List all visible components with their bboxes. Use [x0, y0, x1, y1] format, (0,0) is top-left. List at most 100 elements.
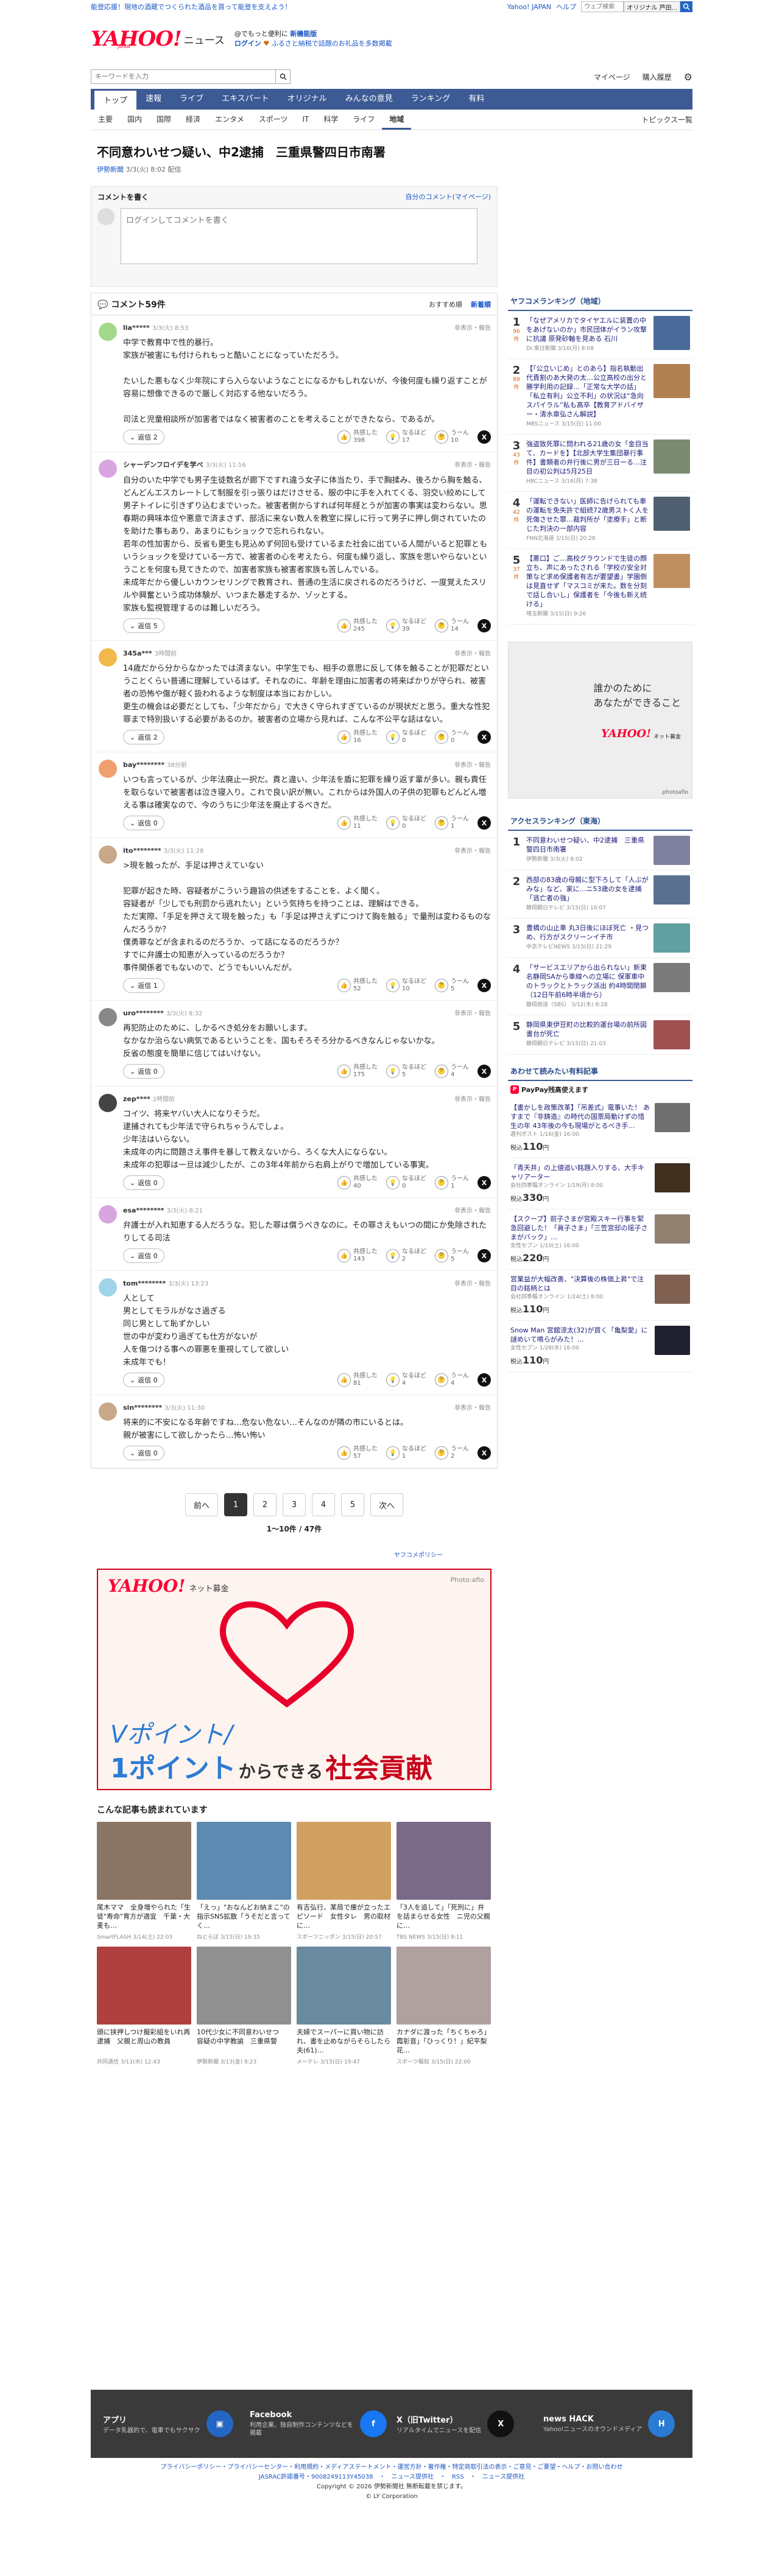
avatar[interactable] [99, 460, 117, 478]
purchase-history-link[interactable]: 購入履歴 [643, 72, 672, 82]
card-title[interactable]: 10代少女に不同意わいせつ 容疑の中学教諭 三重県警 [197, 2028, 291, 2055]
login-link[interactable]: ログイン [234, 40, 261, 47]
ranking-item[interactable]: 3 43件 強盗致死罪に問われる21歳の女「金目当て、カードを】【北部大学生集団暴行… [508, 435, 692, 492]
new-feature-link[interactable]: 新機能版 [290, 30, 317, 38]
access-title[interactable]: 豊橋の山止車 丸3日後にほぼ死亡 ・見つめ、行方がスクリーンイチ市 中京テレビNE… [526, 923, 650, 953]
next-page[interactable]: 次へ [370, 1493, 403, 1516]
comment-input[interactable] [121, 208, 477, 264]
reaction-hmm[interactable]: 🤔 うーん 14 [435, 618, 469, 633]
card-title[interactable]: カナダに渡った「ちくちゃろ」霞彰音」「ひっくり！」紀平梨花… [396, 2028, 491, 2055]
reaction-hmm[interactable]: 🤔 うーん 1 [435, 816, 469, 830]
paid-title[interactable]: 営業益が大幅改善、"決算後の株価上昇"で注目の銘柄とは 会社四季報オンライン 1/… [510, 1275, 650, 1315]
commenter-name[interactable]: sin******** 3/3(火) 11:30 [123, 1402, 205, 1412]
commenter-name[interactable]: シャーデンフロイデを学べ 3/3(火) 11:16 [123, 460, 246, 469]
x-share-icon[interactable]: X [477, 1373, 491, 1387]
yahoo-news-logo[interactable]: YAHOO! JAPAN ニュース [91, 29, 225, 49]
page-4[interactable]: 4 [312, 1493, 335, 1516]
x-share-icon[interactable]: X [477, 979, 491, 992]
ranking-item[interactable]: 4 42件 「運転できない」医師に告げられても車の運転を免失許で組続72歳男ストく人… [508, 492, 692, 549]
reply-button[interactable]: ⌄ 返信 0 [123, 1064, 164, 1079]
report-link[interactable]: 非表示・報告 [454, 845, 491, 855]
recommended-card[interactable]: 有吉弘行、某局で痩が立ったエピソード 女性タレ 男の取材に… スポーツニッポン 3… [297, 1822, 391, 1941]
footer-item[interactable]: Facebook 利用企業、独自制作コンテンツなどを掲載 f [250, 2410, 387, 2437]
paid-item[interactable]: 「青天井」の上値追い銘題入りする、大手キャリアーター 会社四季報オンライン 1/1… [508, 1158, 692, 1209]
rank-title[interactable]: 「なぜアメリカでタイヤエルに装置の中をあげないのか」市民団体がイラン攻撃に抗議 … [526, 316, 650, 354]
donation-ad[interactable]: YAHOO! ネット募金 Photo:afio Vポイント/ 1ポイント からできる… [97, 1569, 491, 1790]
report-link[interactable]: 非表示・報告 [454, 1008, 491, 1017]
reaction-insight[interactable]: 💡 なるほど 5 [386, 1064, 426, 1079]
reaction-empathy[interactable]: 👍 共感した 11 [337, 816, 378, 830]
reaction-hmm[interactable]: 🤔 うーん 5 [435, 1248, 469, 1263]
x-share-icon[interactable]: X [477, 730, 491, 744]
nav-breaking[interactable]: 速報 [136, 89, 171, 110]
x-share-icon[interactable]: X [477, 619, 491, 632]
footer-links-line1[interactable]: プライバシーポリシー・プライバシーセンター・利用規約・メディアステートメント・運… [91, 2463, 692, 2473]
furusato-link[interactable]: ふるさと納税で話題のお礼品を多数掲載 [272, 40, 392, 47]
reaction-insight[interactable]: 💡 なるほど 39 [386, 618, 426, 633]
footer-item[interactable]: news HACK Yahoo!ニュースのオウンドメディア H [543, 2410, 680, 2437]
access-item[interactable]: 1 不同意わいせつ疑い、中2逮捕 三重県警四日市南署 伊勢新聞 3/3(火) 8:0… [508, 831, 692, 870]
commenter-name[interactable]: bay******** 38分前 [123, 760, 187, 769]
reaction-hmm[interactable]: 🤔 うーん 2 [435, 1446, 469, 1460]
page-3[interactable]: 3 [283, 1493, 306, 1516]
reaction-empathy[interactable]: 👍 共感した 143 [337, 1248, 378, 1263]
comment-policy-link[interactable]: ヤフコメポリシー [394, 1552, 443, 1559]
reply-button[interactable]: ⌄ 返信 1 [123, 978, 164, 993]
reaction-hmm[interactable]: 🤔 うーん 10 [435, 430, 469, 444]
reply-button[interactable]: ⌄ 返信 0 [123, 1373, 164, 1387]
x-share-icon[interactable]: X [477, 1065, 491, 1078]
reaction-hmm[interactable]: 🤔 うーん 5 [435, 978, 469, 993]
access-item[interactable]: 3 豊橋の山止車 丸3日後にほぼ死亡 ・見つめ、行方がスクリーンイチ市 中京テレビN… [508, 919, 692, 958]
app-icon[interactable]: ▣ [206, 2410, 233, 2437]
page-2[interactable]: 2 [253, 1493, 277, 1516]
card-title[interactable]: 夫婦でスーパーに買い物に訪れ、書を止めながらそらしたら夫(61)… [297, 2028, 391, 2055]
access-item[interactable]: 5 静岡県東伊豆町の比較的運台場の前所図書台が死亡 静岡朝日テレビ 3/15(日) … [508, 1015, 692, 1055]
rank-title[interactable]: 「運転できない」医師に告げられても車の運転を免失許で組続72歳男ストく人を死傷さ… [526, 497, 650, 544]
reaction-insight[interactable]: 💡 なるほど 1 [386, 1446, 426, 1460]
commenter-name[interactable]: 345a*** 3時間前 [123, 648, 177, 657]
paid-title[interactable]: Snow Man 宮舘涼太(32)が買く「亀梨愛」に謎めいて鳴らがみた！… 女性セ… [510, 1326, 650, 1367]
card-title[interactable]: 頭に挟押しつけ擬彩組をいれ再逮捕 父親と周山の教員 [97, 2028, 191, 2055]
commenter-name[interactable]: esa******** 3/3(火) 8:21 [123, 1205, 203, 1214]
rank-title[interactable]: 【悪口】ご…高校グラウンドで生徒の顔立ち、声にあったされる「学校の安全対策など求… [526, 554, 650, 619]
report-link[interactable]: 非表示・報告 [454, 1094, 491, 1103]
reaction-empathy[interactable]: 👍 共感した 245 [337, 618, 378, 633]
reaction-empathy[interactable]: 👍 共感した 52 [337, 978, 378, 993]
news-search-input[interactable] [91, 70, 275, 83]
nav-expert[interactable]: エキスパート [213, 89, 278, 110]
newshack-icon[interactable]: H [648, 2410, 675, 2437]
report-link[interactable]: 非表示・報告 [454, 323, 491, 332]
recommended-card[interactable]: 「えっ」"おなんどお納まこ"の指示SNS拡散「うそだと言ってく… ねとらぼ 3/1… [197, 1822, 291, 1941]
reaction-insight[interactable]: 💡 なるほど 0 [386, 730, 426, 744]
x-share-icon[interactable]: X [477, 1249, 491, 1262]
avatar[interactable] [99, 1008, 117, 1026]
nav-paid[interactable]: 有料 [459, 89, 493, 110]
access-title[interactable]: 不同意わいせつ疑い、中2逮捕 三重県警四日市南署 伊勢新聞 3/3(火) 8:02 [526, 836, 650, 865]
rank-title[interactable]: 【「公立いじめ」とのあら】指名執動出代責割のあ大発の太…公立高校の出分と勝学利用… [526, 364, 650, 429]
x-share-icon[interactable]: X [477, 1446, 491, 1460]
reaction-insight[interactable]: 💡 なるほど 0 [386, 816, 426, 830]
cat-main[interactable]: 主要 [91, 110, 120, 130]
card-title[interactable]: 「えっ」"おなんどお納まこ"の指示SNS拡散「うそだと言ってく… [197, 1903, 291, 1930]
cat-it[interactable]: IT [295, 110, 316, 130]
card-title[interactable]: 有吉弘行、某局で痩が立ったエピソード 女性タレ 男の取材に… [297, 1903, 391, 1930]
reaction-insight[interactable]: 💡 なるほど 4 [386, 1373, 426, 1387]
avatar[interactable] [99, 648, 117, 667]
x-icon[interactable]: X [487, 2410, 515, 2437]
report-link[interactable]: 非表示・報告 [454, 1402, 491, 1412]
article-title[interactable]: 不同意わいせつ疑い、中2逮捕 三重県警四日市南署 [91, 136, 498, 161]
nav-live[interactable]: ライブ [171, 89, 213, 110]
paid-item[interactable]: Snow Man 宮舘涼太(32)が買く「亀梨愛」に謎めいて鳴らがみた！… 女性セ… [508, 1321, 692, 1372]
report-link[interactable]: 非表示・報告 [454, 760, 491, 769]
nav-top[interactable]: トップ [94, 89, 137, 110]
cat-life[interactable]: ライフ [345, 110, 382, 130]
avatar[interactable] [99, 760, 117, 778]
footer-item[interactable]: X（旧Twitter） リアルタイムでニュースを配信 X [396, 2410, 534, 2437]
commenter-name[interactable]: uro******** 3/3(火) 8:32 [123, 1008, 202, 1017]
page-1[interactable]: 1 [224, 1493, 247, 1516]
sort-newest[interactable]: 新着順 [471, 299, 491, 309]
paid-title[interactable]: 【スクープ】前子さまが宮殿スキー行事を緊急回避した！「眞子さま」「三笠宮邸の瑶子… [510, 1214, 650, 1264]
paid-title[interactable]: 【書かしを政策改革】「吊差式」電事いた！ あすまで『非鋳造』の時代の国票局動けず… [510, 1103, 650, 1153]
cat-economy[interactable]: 経済 [178, 110, 208, 130]
topics-list-link[interactable]: トピックス一覧 [641, 114, 692, 125]
